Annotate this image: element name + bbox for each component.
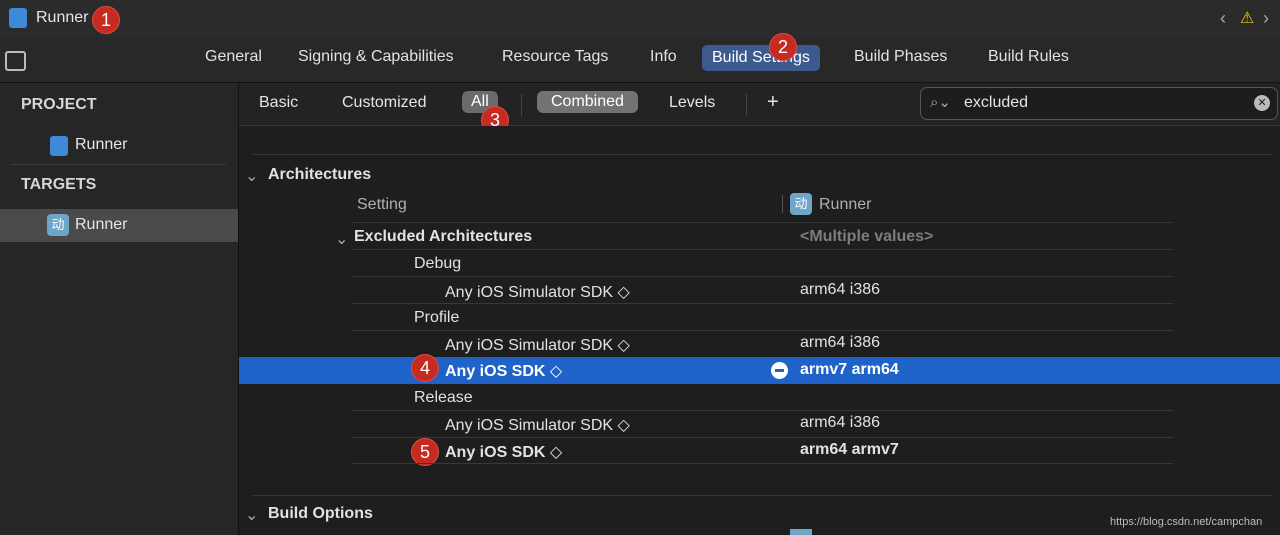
- section-divider: [253, 154, 1273, 155]
- target-column-icon: 动: [790, 193, 812, 215]
- value-release-ios-sdk[interactable]: arm64 armv7: [800, 441, 899, 459]
- condition-debug-simulator[interactable]: Any iOS Simulator SDK ◇: [445, 282, 630, 302]
- value-release-simulator[interactable]: arm64 i386: [800, 414, 880, 432]
- chevron-left-icon[interactable]: ‹: [1220, 8, 1226, 29]
- config-debug: Debug: [414, 255, 462, 272]
- xcode-project-icon: [9, 8, 27, 28]
- badge-4: 4: [411, 354, 439, 382]
- condition-profile-ios-sdk[interactable]: Any iOS SDK ◇: [445, 361, 562, 381]
- warning-icon[interactable]: ⚠: [1240, 8, 1254, 28]
- target-column-icon-partial: [790, 529, 812, 535]
- row-divider: [351, 222, 1173, 223]
- tab-general[interactable]: General: [205, 48, 262, 66]
- filter-divider: [521, 94, 522, 116]
- remove-condition-icon[interactable]: [771, 362, 788, 379]
- add-setting-button[interactable]: +: [767, 91, 779, 114]
- sidebar-item-target-label: Runner: [75, 216, 128, 233]
- row-divider: [351, 303, 1173, 304]
- disclosure-down-icon[interactable]: ⌄: [335, 229, 348, 249]
- search-icon[interactable]: ⌕⌄: [930, 93, 951, 111]
- row-divider: [351, 463, 1173, 464]
- condition-release-ios-sdk[interactable]: Any iOS SDK ◇: [445, 442, 562, 462]
- editor-tab-bar: [0, 38, 1280, 83]
- tab-build-rules[interactable]: Build Rules: [988, 48, 1069, 66]
- section-title-architectures: Architectures: [268, 166, 372, 183]
- clear-search-icon[interactable]: ✕: [1254, 95, 1270, 111]
- tab-build-settings[interactable]: Build Settings: [702, 45, 820, 71]
- filter-basic[interactable]: Basic: [259, 94, 298, 112]
- tab-signing-capabilities[interactable]: Signing & Capabilities: [298, 48, 454, 66]
- config-profile: Profile: [414, 309, 460, 326]
- value-profile-simulator[interactable]: arm64 i386: [800, 334, 880, 352]
- setting-value-multiple[interactable]: <Multiple values>: [800, 228, 933, 246]
- row-divider: [351, 410, 1173, 411]
- filter-levels[interactable]: Levels: [669, 94, 715, 112]
- condition-profile-simulator[interactable]: Any iOS Simulator SDK ◇: [445, 335, 630, 355]
- badge-1: 1: [92, 6, 120, 34]
- section-divider: [253, 495, 1273, 496]
- value-debug-simulator[interactable]: arm64 i386: [800, 281, 880, 299]
- condition-release-simulator[interactable]: Any iOS Simulator SDK ◇: [445, 415, 630, 435]
- filter-divider-2: [746, 94, 747, 116]
- tab-resource-tags[interactable]: Resource Tags: [502, 48, 608, 66]
- filter-customized[interactable]: Customized: [342, 94, 426, 112]
- column-header-runner: Runner: [819, 196, 872, 213]
- row-divider: [351, 249, 1173, 250]
- section-title-build-options: Build Options: [268, 505, 373, 522]
- disclosure-down-icon[interactable]: ⌄: [245, 166, 258, 186]
- tab-info[interactable]: Info: [650, 48, 677, 66]
- selected-row-profile-ios-sdk[interactable]: [239, 357, 1280, 384]
- column-header-setting: Setting: [357, 196, 407, 213]
- row-divider: [351, 437, 1173, 438]
- search-input[interactable]: excluded: [964, 94, 1028, 112]
- tab-build-phases[interactable]: Build Phases: [854, 48, 947, 66]
- config-release: Release: [414, 389, 473, 406]
- row-divider: [351, 330, 1173, 331]
- column-divider: [782, 195, 783, 213]
- project-file-icon: [50, 136, 68, 156]
- title-bar: [0, 0, 1280, 38]
- sidebar-toggle-icon[interactable]: [5, 51, 26, 71]
- sidebar-divider: [10, 164, 226, 165]
- chevron-right-icon[interactable]: ›: [1263, 8, 1269, 29]
- sidebar-item-project-runner[interactable]: Runner: [75, 136, 127, 154]
- target-app-icon: 动: [47, 214, 69, 236]
- targets-header: TARGETS: [21, 176, 97, 193]
- badge-2: 2: [769, 33, 797, 61]
- row-divider: [351, 276, 1173, 277]
- filter-combined[interactable]: Combined: [537, 91, 638, 113]
- value-profile-ios-sdk[interactable]: armv7 arm64: [800, 361, 899, 379]
- setting-excluded-architectures[interactable]: Excluded Architectures: [354, 228, 532, 246]
- badge-5: 5: [411, 438, 439, 466]
- project-header: PROJECT: [21, 96, 97, 113]
- disclosure-down-icon[interactable]: ⌄: [245, 505, 258, 525]
- watermark: https://blog.csdn.net/campchan: [1110, 516, 1263, 528]
- window-title: Runner: [36, 9, 89, 26]
